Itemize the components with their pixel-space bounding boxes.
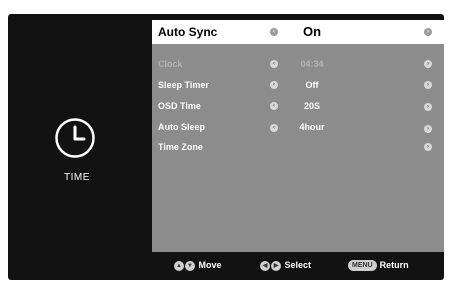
menu-item-sleep-timer[interactable]: Sleep Timer ‹ Off › xyxy=(152,77,444,97)
menu-item-label: OSD Time xyxy=(158,101,201,111)
left-button-icon: ◀ xyxy=(260,260,270,271)
menu-item-value: 20S xyxy=(303,101,320,111)
up-button-icon: ▲ xyxy=(174,260,184,271)
arrow-right-icon[interactable]: › xyxy=(424,60,432,68)
arrow-right-icon[interactable]: › xyxy=(424,28,432,36)
menu-item-value: Off xyxy=(305,80,319,90)
menu-item-value: 4hour xyxy=(299,122,325,132)
clock-icon xyxy=(55,118,95,158)
menu-item-value: On xyxy=(302,24,322,39)
menu-item-label: Sleep Timer xyxy=(158,80,209,90)
menu-item-label: Auto Sleep xyxy=(158,122,206,132)
menu-item-clock[interactable]: Clock ‹ 04:34 › xyxy=(152,56,444,76)
menu-item-label: Auto Sync xyxy=(158,25,218,39)
down-button-icon: ▼ xyxy=(185,260,195,271)
settings-menu: Auto Sync ‹ On › Clock ‹ 04:34 › Sleep T… xyxy=(152,20,444,252)
hint-select: ◀ ▶ Select xyxy=(260,260,311,271)
menu-button-icon: MENU xyxy=(348,260,377,272)
arrow-right-icon[interactable]: › xyxy=(424,125,432,133)
button-hint-bar: ▲ ▼ Move ◀ ▶ Select MENU Return xyxy=(152,252,444,280)
menu-item-value: 04:34 xyxy=(300,59,324,69)
hint-move: ▲ ▼ Move xyxy=(174,260,222,271)
arrow-right-icon[interactable]: › xyxy=(424,81,432,89)
hint-select-label: Select xyxy=(284,260,312,270)
menu-item-auto-sync[interactable]: Auto Sync ‹ On › xyxy=(152,20,444,44)
hint-move-label: Move xyxy=(198,260,222,270)
menu-item-time-zone[interactable]: Time Zone › xyxy=(152,139,444,159)
tv-osd-frame: TIME Auto Sync ‹ On › Clock ‹ 04:34 › Sl… xyxy=(8,14,444,280)
hint-return-label: Return xyxy=(379,260,409,270)
menu-item-osd-time[interactable]: OSD Time ‹ 20S › xyxy=(152,98,444,118)
arrow-right-icon[interactable]: › xyxy=(424,103,432,111)
category-label: TIME xyxy=(64,172,90,183)
menu-item-auto-sleep[interactable]: Auto Sleep ‹ 4hour › xyxy=(152,119,444,139)
hint-return: MENU Return xyxy=(348,260,409,272)
menu-item-label: Clock xyxy=(158,59,183,69)
arrow-right-icon[interactable]: › xyxy=(424,143,432,151)
category-panel: TIME xyxy=(8,14,152,252)
right-button-icon: ▶ xyxy=(271,260,281,271)
menu-item-label: Time Zone xyxy=(158,142,203,152)
